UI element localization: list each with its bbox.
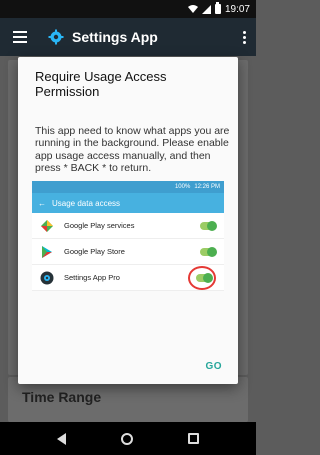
list-item: Google Play services (32, 213, 224, 239)
app-title: Settings App (72, 29, 158, 45)
hamburger-menu-icon[interactable] (0, 18, 40, 56)
screenshot-header: ← Usage data access (32, 193, 224, 213)
dialog-title: Require Usage Access Permission (35, 69, 167, 99)
permission-dialog: Require Usage Access Permission This app… (18, 57, 238, 384)
signal-icon (201, 4, 211, 14)
list-item-label: Google Play services (64, 221, 135, 230)
gear-icon (48, 29, 64, 45)
screenshot-status-bar: 100% 12:26 PM (32, 181, 224, 193)
wifi-icon (187, 4, 198, 14)
list-item: Google Play Store (32, 239, 224, 265)
back-arrow-icon: ← (38, 198, 46, 208)
battery-icon (214, 2, 221, 14)
overflow-menu-icon[interactable] (232, 30, 256, 44)
list-item-label: Google Play Store (64, 247, 125, 256)
screenshot-app-list: Google Play services Google Play Store S… (32, 213, 224, 291)
navigation-bar (0, 422, 256, 455)
toggle-switch (200, 220, 217, 231)
red-highlight-circle (188, 265, 216, 290)
back-icon[interactable] (57, 432, 67, 445)
status-bar: 19:07 (0, 0, 256, 18)
list-item: Settings App Pro (32, 265, 224, 291)
highlighted-toggle (188, 265, 220, 290)
recent-apps-icon[interactable] (187, 433, 199, 444)
home-icon[interactable] (120, 432, 133, 445)
dialog-message: This app need to know what apps you are … (35, 125, 230, 175)
clock: 19:07 (224, 3, 250, 15)
list-item-label: Settings App Pro (64, 273, 120, 282)
screenshot-header-title: Usage data access (52, 198, 121, 208)
app-bar: Settings App (0, 18, 256, 56)
toggle-switch (200, 246, 217, 257)
settings-app-pro-icon (40, 271, 54, 284)
google-play-services-icon (41, 219, 53, 232)
instruction-screenshot: 100% 12:26 PM ← Usage data access Google… (32, 181, 224, 392)
screenshot-battery: 100% (174, 184, 191, 190)
screenshot-time: 12:26 PM (194, 184, 220, 190)
go-button[interactable]: GO (205, 361, 222, 372)
google-play-store-icon (42, 245, 52, 258)
